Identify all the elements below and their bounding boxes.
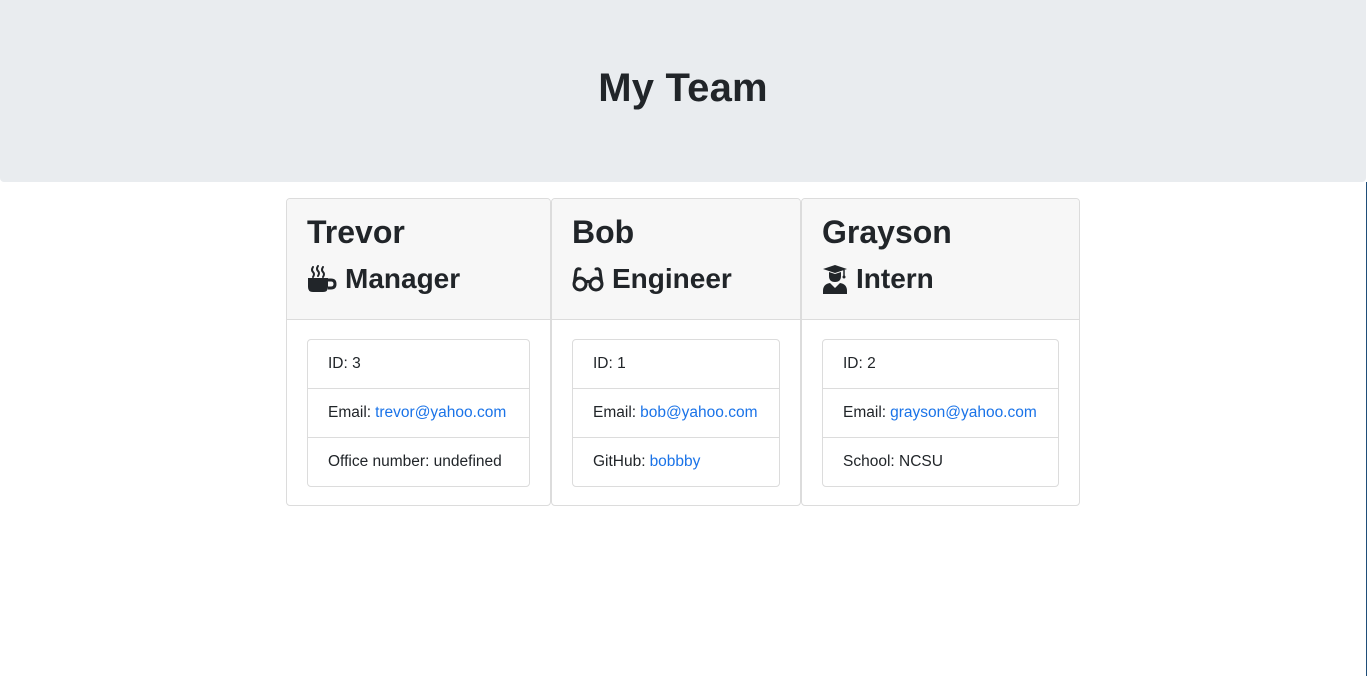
employee-details: ID: 1 Email: bob@yahoo.com GitHub: bobbb… [572, 339, 780, 487]
employee-card-engineer: Bob Engineer ID: 1 Email: bob@yahoo.com … [551, 198, 801, 506]
employee-role: Manager [307, 261, 460, 297]
employee-card-manager: Trevor Manager ID: 3 Email: trevor@yahoo… [286, 198, 551, 506]
email-label: Email: [328, 404, 372, 421]
email-row: Email: trevor@yahoo.com [308, 389, 529, 438]
role-label: Intern [856, 263, 934, 294]
id-value: ID: 1 [593, 355, 626, 372]
id-value: ID: 3 [328, 355, 361, 372]
role-label: Engineer [612, 263, 732, 294]
employee-role: Intern [822, 261, 934, 297]
employee-name: Grayson [822, 214, 952, 250]
github-row: GitHub: bobbby [573, 438, 779, 486]
id-row: ID: 3 [308, 340, 529, 389]
glasses-icon [572, 264, 604, 294]
email-row: Email: grayson@yahoo.com [823, 389, 1058, 438]
id-row: ID: 2 [823, 340, 1058, 389]
email-label: Email: [843, 404, 887, 421]
header-jumbotron: My Team [0, 0, 1366, 182]
github-link[interactable]: bobbby [650, 453, 701, 471]
employee-name: Bob [572, 214, 635, 250]
github-label: GitHub: [593, 453, 646, 470]
email-link[interactable]: trevor@yahoo.com [375, 404, 506, 422]
email-link[interactable]: grayson@yahoo.com [890, 404, 1037, 422]
card-header: Grayson Intern [802, 199, 1079, 320]
employee-name: Trevor [307, 214, 405, 250]
email-label: Email: [593, 404, 637, 421]
employee-card-intern: Grayson Intern ID: 2 Email: grayson@yaho… [801, 198, 1080, 506]
page-title: My Team [598, 65, 768, 110]
team-cards: Trevor Manager ID: 3 Email: trevor@yahoo… [0, 198, 1367, 518]
employee-details: ID: 2 Email: grayson@yahoo.com School: N… [822, 339, 1059, 487]
office-number-value: Office number: undefined [328, 453, 502, 470]
id-row: ID: 1 [573, 340, 779, 389]
school-row: School: NCSU [823, 438, 1058, 486]
mug-hot-icon [307, 264, 337, 294]
office-number-row: Office number: undefined [308, 438, 529, 486]
role-label: Manager [345, 263, 461, 294]
graduate-icon [822, 264, 848, 294]
employee-role: Engineer [572, 261, 732, 297]
email-link[interactable]: bob@yahoo.com [640, 404, 757, 422]
school-value: School: NCSU [843, 453, 943, 470]
card-header: Bob Engineer [552, 199, 800, 320]
id-value: ID: 2 [843, 355, 876, 372]
card-header: Trevor Manager [287, 199, 550, 320]
email-row: Email: bob@yahoo.com [573, 389, 779, 438]
employee-details: ID: 3 Email: trevor@yahoo.com Office num… [307, 339, 530, 487]
